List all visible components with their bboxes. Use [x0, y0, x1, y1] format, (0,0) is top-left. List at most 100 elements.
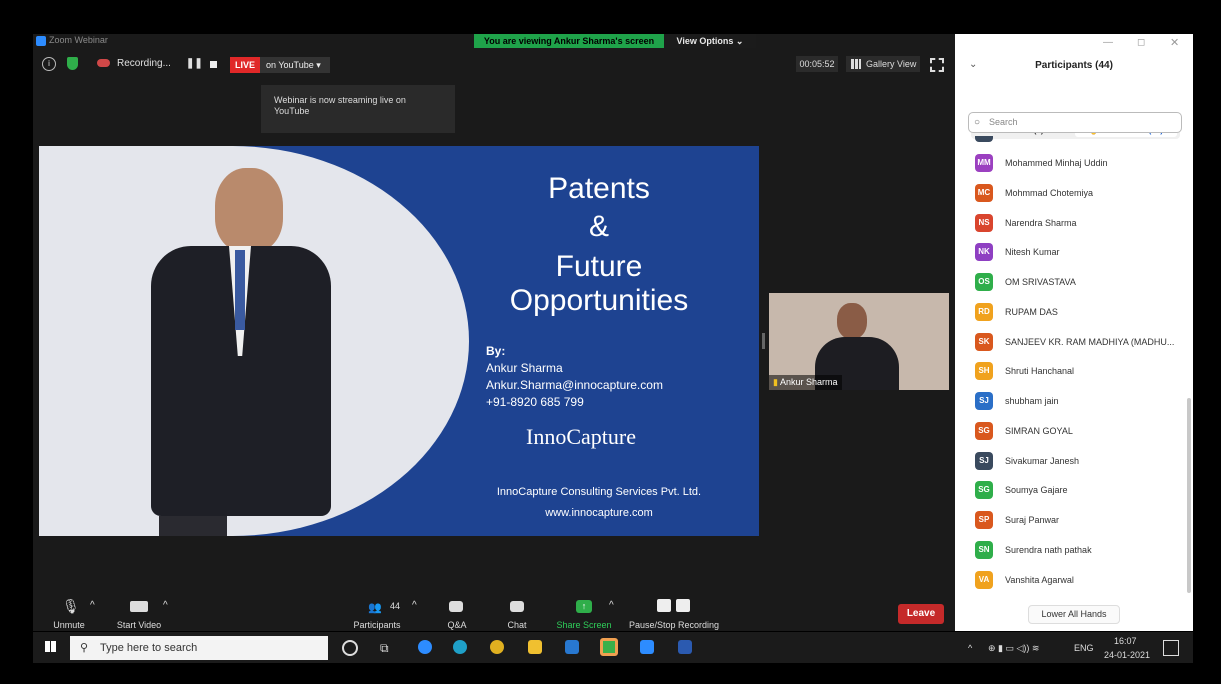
view-options-button[interactable]: View Options ⌄: [664, 34, 756, 48]
participant-name: shubham jain: [1005, 396, 1059, 406]
participants-title: Participants (44): [1035, 60, 1113, 71]
restore-icon[interactable]: ◻: [1137, 37, 1145, 48]
zoom-taskbar-icon[interactable]: [640, 640, 654, 654]
share-screen-button[interactable]: Share Screen: [544, 620, 624, 630]
chevron-up-icon[interactable]: ^: [90, 600, 95, 611]
meeting-timer: 00:05:52: [796, 56, 838, 72]
shield-icon[interactable]: [67, 57, 78, 70]
participant-name: Shruti Hanchanal: [1005, 366, 1075, 377]
live-badge: LIVE: [230, 57, 260, 73]
grid-icon: [851, 59, 861, 69]
slide-company: InnoCapture Consulting Services Pvt. Ltd…: [496, 486, 702, 498]
minimize-icon[interactable]: —: [1103, 37, 1113, 48]
slide-phone: +91-8920 685 799: [486, 395, 584, 409]
video-name-label: ▮ Ankur Sharma: [769, 375, 842, 390]
participant-avatar: SN: [975, 540, 993, 559]
edge-icon[interactable]: [453, 640, 467, 654]
chrome-icon[interactable]: [490, 640, 504, 654]
participant-name: Mohmmad Chotemiya: [1005, 187, 1094, 198]
video-tile[interactable]: ▮ Ankur Sharma: [769, 293, 949, 390]
participant-avatar: SH: [975, 362, 993, 381]
slide-title-line: Future: [555, 250, 643, 283]
chevron-up-icon[interactable]: ^: [412, 600, 417, 611]
participants-button[interactable]: Participants: [337, 620, 417, 630]
streaming-tooltip: Webinar is now streaming live on YouTube: [261, 85, 455, 133]
participant-avatar: OS: [975, 273, 993, 291]
participant-name: Mohammed Minhaj Uddin: [1005, 158, 1108, 168]
share-screen-icon[interactable]: ↑: [576, 600, 592, 613]
stop-icon[interactable]: [676, 599, 690, 612]
split-handle[interactable]: [762, 333, 765, 349]
slide-title-line: Opportunities: [509, 284, 689, 317]
close-icon[interactable]: ✕: [1170, 36, 1179, 49]
participant-avatar: SJ: [975, 392, 993, 410]
word-icon[interactable]: [678, 640, 692, 654]
participant-avatar: SG: [975, 481, 993, 500]
clock-time[interactable]: 16:07: [1114, 636, 1137, 646]
participants-icon[interactable]: 👥: [368, 601, 386, 614]
participant-avatar: SG: [975, 421, 993, 440]
participant-avatar: NK: [975, 243, 993, 262]
app-title: Zoom Webinar: [49, 35, 108, 45]
cloud-record-icon: [97, 59, 110, 67]
zoom-logo-icon: [36, 36, 46, 46]
app-icon[interactable]: [600, 638, 618, 656]
pause-recording-icon[interactable]: ❚❚: [186, 58, 203, 69]
participant-name: Narendra Sharma: [1005, 217, 1077, 228]
lower-all-hands-button[interactable]: Lower All Hands: [1028, 605, 1120, 624]
tray-chevron-icon[interactable]: ^: [968, 643, 972, 653]
participant-avatar: NS: [975, 213, 993, 232]
participant-name: RUPAM DAS: [1005, 306, 1058, 317]
chat-icon[interactable]: [510, 601, 524, 612]
task-view-icon[interactable]: ⧉: [380, 641, 389, 656]
participant-name: Sivakumar Janesh: [1005, 455, 1080, 466]
live-platform-dropdown[interactable]: on YouTube ▾: [260, 57, 330, 73]
participants-search-input[interactable]: Search: [968, 112, 1182, 133]
mail-icon[interactable]: [565, 640, 579, 654]
slide-email: Ankur.Sharma@innocapture.com: [486, 378, 663, 392]
stop-recording-icon[interactable]: [210, 61, 217, 68]
unmute-button[interactable]: Unmute: [29, 620, 109, 630]
file-explorer-icon[interactable]: [528, 640, 542, 654]
recording-status: Recording...: [117, 58, 171, 69]
slide-website: www.innocapture.com: [545, 507, 653, 519]
participant-name: Nitesh Kumar: [1005, 247, 1060, 258]
windows-start-icon[interactable]: [45, 641, 56, 652]
microphone-muted-icon[interactable]: 🎙: [62, 598, 80, 614]
taskbar-search-input[interactable]: Type here to search: [70, 636, 328, 660]
participant-avatar: MC: [975, 183, 993, 202]
video-participant-name: Ankur Sharma: [779, 377, 838, 387]
leave-button[interactable]: Leave: [898, 604, 944, 624]
shared-slide: Patents & Future Opportunities By: Ankur…: [39, 146, 759, 536]
start-video-button[interactable]: Start Video: [99, 620, 179, 630]
gallery-view-button[interactable]: Gallery View: [846, 56, 920, 72]
language-indicator[interactable]: ENG: [1074, 643, 1094, 653]
participant-avatar: MM: [975, 154, 993, 172]
clock-date[interactable]: 24-01-2021: [1104, 650, 1150, 660]
fullscreen-icon[interactable]: [930, 58, 944, 72]
info-icon[interactable]: i: [42, 57, 56, 71]
pause-stop-recording-button[interactable]: Pause/Stop Recording: [624, 620, 724, 630]
cortana-icon[interactable]: [342, 640, 358, 656]
innocapture-logo: InnoCapture: [526, 424, 636, 449]
participant-name: OM SRIVASTAVA: [1005, 277, 1076, 287]
qa-icon[interactable]: [449, 601, 463, 612]
chevron-up-icon[interactable]: ^: [609, 600, 614, 611]
slide-title-line: &: [588, 210, 609, 243]
presenter-photo-tie: [235, 250, 245, 330]
search-icon: ⚲: [80, 642, 89, 654]
participant-name: Soumya Gajare: [1005, 485, 1068, 496]
panel-scrollbar[interactable]: [1187, 398, 1191, 593]
signal-icon: ▮: [773, 377, 778, 387]
pause-icon[interactable]: [657, 599, 671, 612]
partial-avatar: [975, 136, 993, 142]
video-camera-off-icon[interactable]: [130, 601, 148, 612]
participant-avatar: VA: [975, 570, 993, 589]
notifications-icon[interactable]: [1163, 640, 1179, 656]
participant-name: Vanshita Agarwal: [1005, 574, 1074, 585]
tray-icons[interactable]: ⊕ ▮ ▭ ◁)) ≋: [988, 643, 1039, 654]
participant-avatar: SJ: [975, 451, 993, 470]
safari-icon[interactable]: [418, 640, 432, 654]
chevron-up-icon[interactable]: ^: [163, 600, 168, 611]
participants-count: 44: [390, 601, 401, 611]
